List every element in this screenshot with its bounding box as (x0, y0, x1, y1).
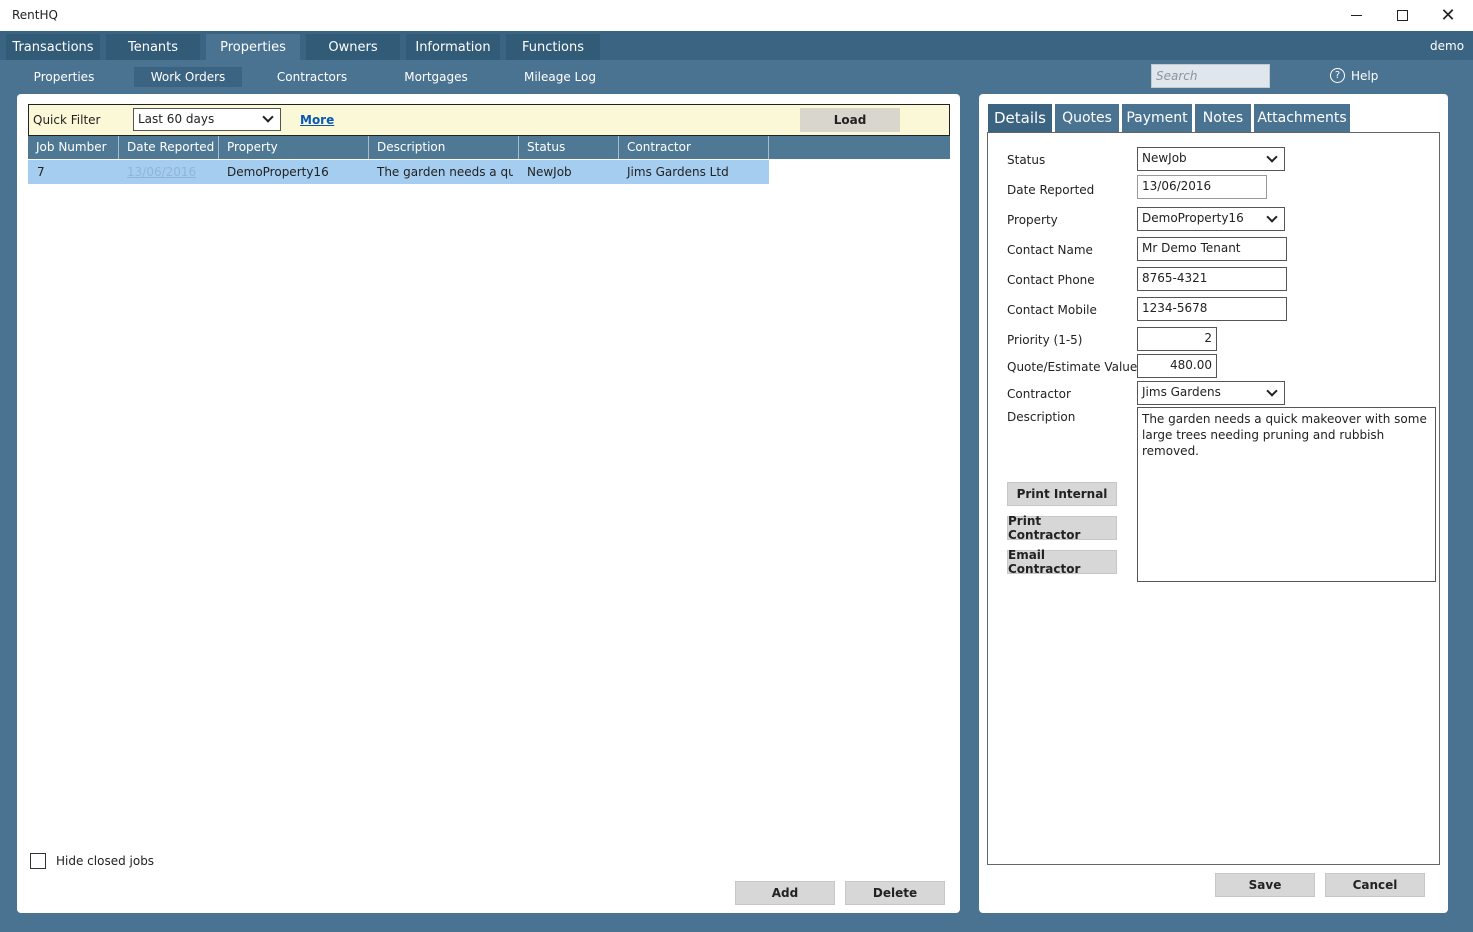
contact-mobile-field[interactable]: 1234-5678 (1137, 297, 1287, 321)
property-value: DemoProperty16 (1142, 211, 1244, 225)
cancel-button[interactable]: Cancel (1325, 873, 1425, 897)
minimize-icon (1350, 15, 1362, 16)
chevron-down-icon (1266, 151, 1278, 163)
more-link[interactable]: More (300, 113, 334, 127)
quick-filter-bar: Quick Filter Last 60 days More Load (28, 104, 950, 136)
status-label: Status (1007, 153, 1046, 167)
grid-header: Job Number Date Reported Property Descri… (28, 136, 950, 159)
tab-owners[interactable]: Owners (306, 34, 400, 60)
print-internal-button[interactable]: Print Internal (1007, 482, 1117, 506)
search-input[interactable]: Search (1151, 64, 1270, 88)
property-label: Property (1007, 213, 1058, 227)
subtab-mileage-log[interactable]: Mileage Log (517, 67, 603, 87)
table-row[interactable]: 7 13/06/2016 DemoProperty16 The garden n… (28, 160, 769, 184)
details-panel: Details Quotes Payment Notes Attachments… (979, 94, 1448, 913)
contractor-select[interactable]: Jims Gardens (1137, 381, 1285, 405)
tab-attachments[interactable]: Attachments (1254, 104, 1350, 132)
work-orders-panel: Quick Filter Last 60 days More Load Job … (17, 94, 960, 913)
tab-properties[interactable]: Properties (206, 34, 300, 60)
subtab-mortgages[interactable]: Mortgages (397, 67, 475, 87)
hide-closed-option: Hide closed jobs (30, 853, 154, 869)
tab-functions[interactable]: Functions (506, 34, 600, 60)
column-header-date-reported[interactable]: Date Reported (118, 136, 218, 159)
status-select[interactable]: NewJob (1137, 147, 1285, 171)
delete-button[interactable]: Delete (845, 881, 945, 905)
description-textarea[interactable]: The garden needs a quick makeover with s… (1137, 407, 1436, 582)
contractor-value: Jims Gardens (1142, 385, 1221, 399)
quote-value-label: Quote/Estimate Value (1007, 360, 1138, 374)
contractor-label: Contractor (1007, 387, 1071, 401)
cell-date-reported: 13/06/2016 (127, 165, 197, 179)
status-value: NewJob (1142, 151, 1187, 165)
details-form: Status NewJob Date Reported 13/06/2016 P… (987, 132, 1440, 865)
quick-filter-label: Quick Filter (33, 113, 101, 127)
column-header-description[interactable]: Description (368, 136, 518, 159)
priority-label: Priority (1-5) (1007, 333, 1083, 347)
help-button[interactable]: ? Help (1330, 68, 1378, 83)
app-title: RentHQ (12, 8, 58, 22)
priority-field[interactable]: 2 (1137, 327, 1217, 351)
maximize-button[interactable] (1379, 0, 1425, 31)
contact-phone-field[interactable]: 8765-4321 (1137, 267, 1287, 291)
cell-contractor: Jims Gardens Ltd (627, 165, 729, 179)
quote-value-field[interactable]: 480.00 (1137, 354, 1217, 378)
contact-name-label: Contact Name (1007, 243, 1093, 257)
close-button[interactable]: ✕ (1425, 0, 1471, 31)
save-button[interactable]: Save (1215, 873, 1315, 897)
column-header-status[interactable]: Status (518, 136, 618, 159)
description-label: Description (1007, 410, 1076, 424)
contact-mobile-label: Contact Mobile (1007, 303, 1097, 317)
column-header-property[interactable]: Property (218, 136, 368, 159)
column-header-contractor[interactable]: Contractor (618, 136, 769, 159)
title-bar: RentHQ ✕ (0, 0, 1473, 31)
help-icon: ? (1330, 68, 1345, 83)
main-nav: Transactions Tenants Properties Owners I… (0, 31, 1473, 60)
subtab-properties[interactable]: Properties (25, 67, 103, 87)
print-contractor-button[interactable]: Print Contractor (1007, 514, 1117, 542)
quick-filter-select[interactable]: Last 60 days (133, 108, 281, 131)
tab-transactions[interactable]: Transactions (6, 34, 100, 60)
cell-job-number: 7 (37, 165, 45, 179)
subtab-contractors[interactable]: Contractors (270, 67, 354, 87)
load-button[interactable]: Load (800, 108, 900, 132)
chevron-down-icon (1266, 211, 1278, 223)
property-select[interactable]: DemoProperty16 (1137, 207, 1285, 231)
user-label: demo (1430, 39, 1465, 53)
quick-filter-value: Last 60 days (138, 112, 215, 126)
close-icon: ✕ (1440, 5, 1456, 26)
chevron-down-icon (1266, 385, 1278, 397)
tab-tenants[interactable]: Tenants (106, 34, 200, 60)
cell-status: NewJob (527, 165, 572, 179)
tab-details[interactable]: Details (988, 104, 1052, 132)
tab-payment[interactable]: Payment (1122, 104, 1192, 132)
tab-quotes[interactable]: Quotes (1055, 104, 1119, 132)
email-contractor-button[interactable]: Email Contractor (1007, 548, 1117, 576)
date-reported-label: Date Reported (1007, 183, 1095, 197)
contact-name-field[interactable]: Mr Demo Tenant (1137, 237, 1287, 261)
hide-closed-checkbox[interactable] (30, 853, 46, 869)
add-button[interactable]: Add (735, 881, 835, 905)
help-label: Help (1351, 68, 1379, 83)
cell-property: DemoProperty16 (227, 165, 329, 179)
chevron-down-icon (262, 111, 274, 123)
hide-closed-label: Hide closed jobs (56, 854, 155, 868)
maximize-icon (1396, 10, 1408, 21)
subtab-work-orders[interactable]: Work Orders (134, 67, 242, 87)
cell-description: The garden needs a quick (377, 165, 513, 179)
tab-notes[interactable]: Notes (1195, 104, 1251, 132)
column-header-job-number[interactable]: Job Number (28, 136, 118, 159)
date-reported-field[interactable]: 13/06/2016 (1137, 175, 1267, 199)
tab-information[interactable]: Information (406, 34, 500, 60)
minimize-button[interactable] (1333, 0, 1379, 31)
contact-phone-label: Contact Phone (1007, 273, 1095, 287)
